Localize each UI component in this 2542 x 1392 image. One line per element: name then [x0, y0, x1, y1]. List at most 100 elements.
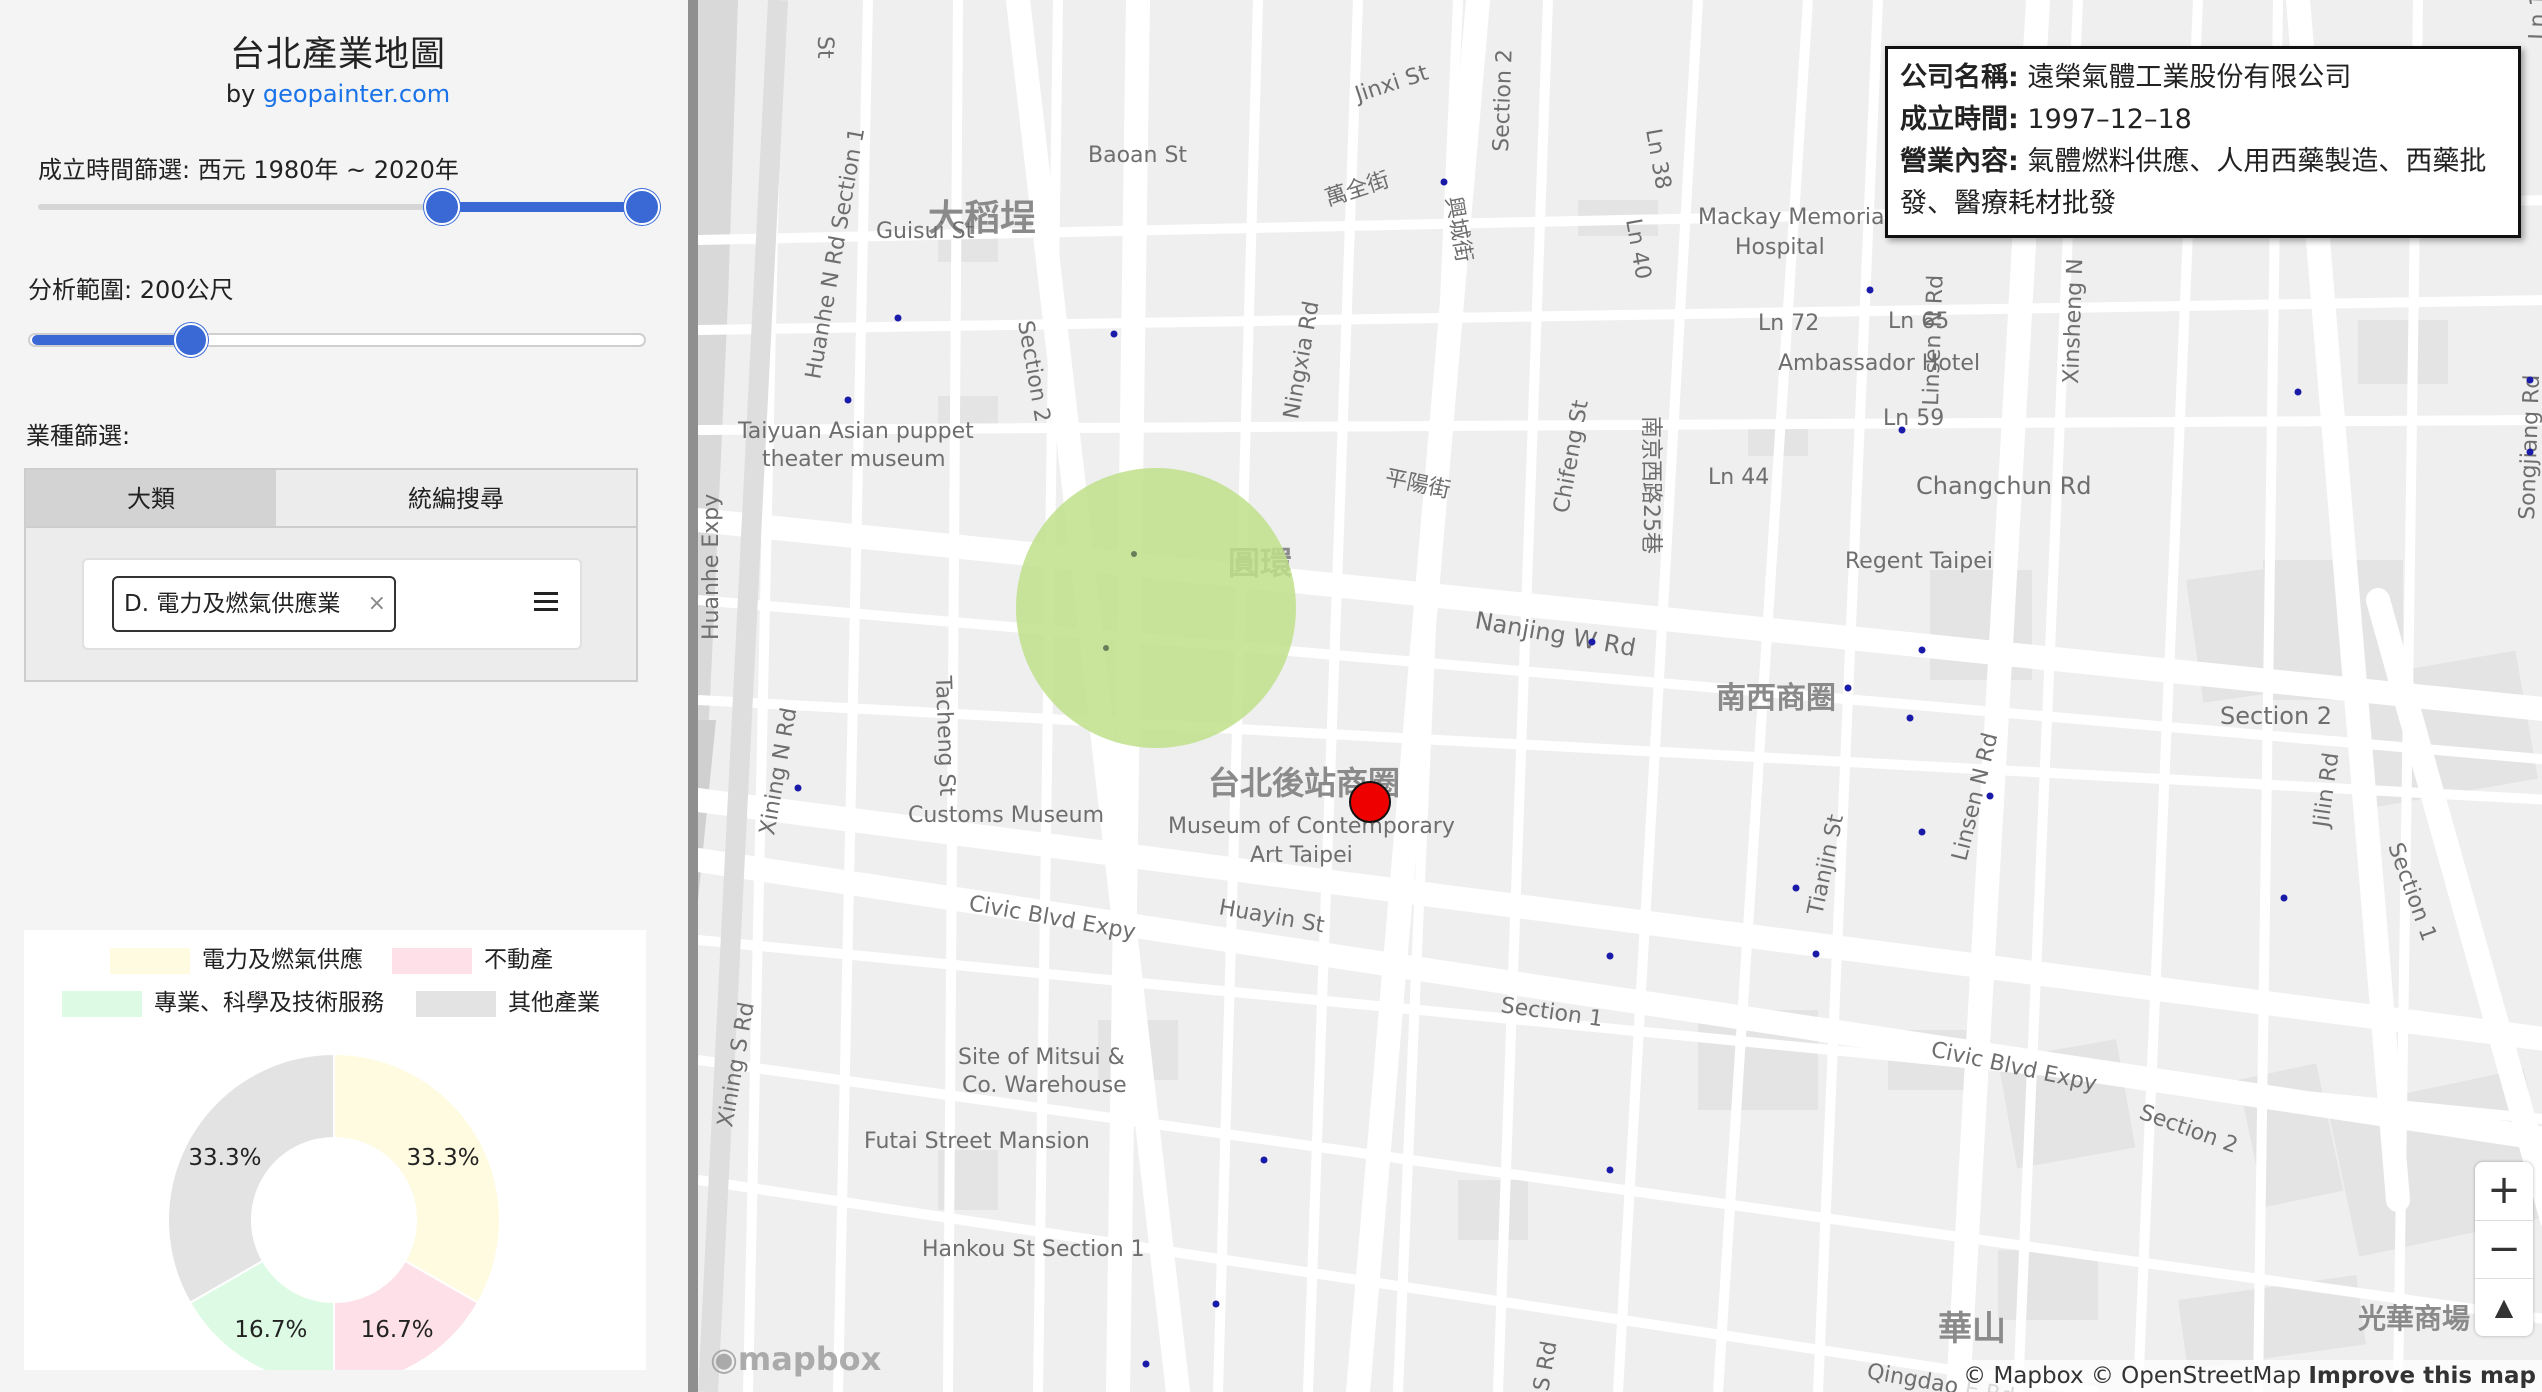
label-top-ln: Ln 1 — [2525, 0, 2542, 40]
selected-industry-tag[interactable]: D. 電力及燃氣供應業 × — [112, 576, 396, 632]
map-attribution: © Mapbox © OpenStreetMap Improve this ma… — [1957, 1360, 2542, 1392]
donut-data-label-real-estate: 16.7% — [361, 1317, 434, 1343]
time-slider-selected-range — [442, 202, 642, 212]
company-point — [1792, 884, 1800, 892]
info-name-value: 遠榮氣體工業股份有限公司 — [2027, 62, 2352, 93]
label-xinsheng: Xinsheng N — [2059, 258, 2088, 384]
selected-industry-tag-label: D. 電力及燃氣供應業 — [124, 591, 341, 617]
time-filter-label: 成立時間篩選: 西元 1980年 ~ 2020年 — [38, 156, 459, 184]
label-section2-right: Section 2 — [2220, 702, 2332, 730]
label-wanquan: 萬全街 — [1322, 168, 1393, 212]
label-guanghua: 光華商場 — [2357, 1302, 2470, 1335]
range-slider-fill — [32, 335, 192, 345]
info-date-label: 成立時間: — [1900, 104, 2019, 135]
selected-company-marker — [1349, 781, 1391, 823]
label-ln72: Ln 72 — [1758, 311, 1819, 336]
buffer-point — [1131, 551, 1137, 557]
company-point — [1588, 638, 1596, 646]
company-point — [1918, 828, 1926, 836]
donut-slice-electricity[interactable] — [333, 1052, 501, 1305]
label-jilin: Jilin Rd — [2309, 751, 2344, 831]
label-huashan: 華山 — [1938, 1309, 2006, 1349]
tag-remove-icon[interactable]: × — [368, 578, 386, 630]
label-mackay: Mackay Memorial — [1698, 205, 1891, 230]
range-slider-handle[interactable] — [174, 323, 208, 357]
company-point — [1606, 1166, 1614, 1174]
label-s-rd: S Rd — [1529, 1339, 1562, 1392]
label-regent: Regent Taipei — [1845, 549, 1993, 574]
industry-multiselect[interactable]: D. 電力及燃氣供應業 × — [82, 558, 582, 650]
label-songjiang: Songjiang Rd — [2515, 374, 2542, 520]
company-point — [1844, 684, 1852, 692]
app-title: 台北產業地圖 — [229, 35, 446, 75]
compass-reset-button[interactable]: ▲ — [2475, 1278, 2533, 1337]
map-view[interactable]: 大稻埕 圓環 台北後站商圈 南西商圈 華山 光華商場 Baoan St Guis… — [688, 0, 2542, 1392]
label-taiyuan-1: Taiyuan Asian puppet — [737, 419, 974, 444]
info-business-label: 營業內容: — [1900, 146, 2019, 177]
sidebar: 台北產業地圖 by geopainter.com 成立時間篩選: 西元 1980… — [0, 0, 688, 1392]
company-point — [2526, 448, 2534, 456]
company-point — [2280, 894, 2288, 902]
improve-map-link[interactable]: Improve this map — [2308, 1363, 2536, 1389]
donut-svg: 33.3% 16.7% 16.7% 33.3% — [167, 1052, 501, 1370]
zoom-in-button[interactable]: + — [2475, 1162, 2533, 1220]
label-ln38: Ln 38 — [1640, 127, 1675, 192]
label-changchun: Changchun Rd — [1916, 472, 2092, 500]
attribution-text: © Mapbox © OpenStreetMap — [1963, 1363, 2309, 1389]
info-row-name: 公司名稱: 遠榮氣體工業股份有限公司 — [1900, 57, 2506, 99]
label-nanxi: 南西商圈 — [1716, 681, 1836, 716]
label-ln59: Ln 59 — [1883, 406, 1944, 431]
donut-data-label-electricity: 33.3% — [407, 1145, 480, 1171]
label-futai: Futai Street Mansion — [864, 1129, 1090, 1154]
label-top-st: St — [812, 36, 837, 59]
label-ambassador: Ambassador Hotel — [1778, 351, 1980, 376]
label-moca-2: Art Taipei — [1250, 843, 1353, 868]
label-mitsui-2: Co. Warehouse — [962, 1073, 1127, 1098]
label-hankou: Hankou St Section 1 — [922, 1237, 1145, 1262]
label-customs: Customs Museum — [908, 803, 1104, 828]
label-section2-top: Section 2 — [1489, 49, 1518, 153]
tab-category[interactable]: 大類 — [26, 470, 276, 528]
label-chifeng: Chifeng St — [1549, 398, 1594, 515]
info-row-business: 營業內容: 氣體燃料供應、人用西藥製造、西藥批 — [1900, 141, 2506, 183]
geopainter-link[interactable]: geopainter.com — [263, 80, 450, 108]
company-point — [1440, 178, 1448, 186]
info-date-value: 1997–12–18 — [2027, 104, 2192, 135]
tab-tax-id-search[interactable]: 統編搜尋 — [276, 470, 636, 528]
label-huanhe-expy: Huanhe Expy — [699, 494, 724, 640]
company-point — [2294, 388, 2302, 396]
label-hospital: Hospital — [1735, 235, 1825, 260]
buffer-point — [1103, 645, 1109, 651]
byline-prefix: by — [225, 80, 263, 108]
label-section1-right: Section 1 — [2382, 840, 2441, 945]
time-slider-end-handle[interactable] — [624, 189, 660, 225]
time-slider-start-handle[interactable] — [424, 189, 460, 225]
company-point — [1606, 952, 1614, 960]
range-filter-label: 分析範圍: 200公尺 — [28, 276, 234, 304]
menu-icon[interactable] — [534, 592, 558, 612]
label-guisui: Guisui St — [876, 219, 975, 244]
label-tacheng: Tacheng St — [930, 674, 959, 797]
company-point — [794, 784, 802, 792]
info-business-value-2: 發、醫療耗材批發 — [1900, 188, 2116, 219]
company-point — [2526, 376, 2534, 384]
company-point — [1986, 792, 1994, 800]
company-point — [1142, 1360, 1150, 1368]
company-point — [1812, 950, 1820, 958]
label-taiyuan-2: theater museum — [762, 447, 946, 472]
company-point — [844, 396, 852, 404]
mapbox-logo[interactable]: ◉mapbox — [710, 1340, 881, 1378]
company-point — [1918, 646, 1926, 654]
info-name-label: 公司名稱: — [1900, 62, 2019, 93]
compass-icon: ▲ — [2494, 1293, 2514, 1321]
mapbox-logo-icon: ◉ — [710, 1340, 738, 1378]
zoom-out-button[interactable]: − — [2475, 1220, 2533, 1279]
industry-filter-label: 業種篩選: — [26, 422, 131, 450]
company-point — [1212, 1300, 1220, 1308]
company-info-popup: 公司名稱: 遠榮氣體工業股份有限公司 成立時間: 1997–12–18 營業內容… — [1885, 46, 2521, 238]
label-baoan: Baoan St — [1088, 143, 1187, 168]
donut-data-label-professional-services: 16.7% — [234, 1317, 307, 1343]
donut-slice-other[interactable] — [167, 1052, 335, 1305]
company-point — [1260, 1156, 1268, 1164]
industry-donut-chart: 電力及燃氣供應 不動產 專業、科學及技術服務 其他產業 33.3% 16.7% 16… — [24, 930, 646, 1370]
